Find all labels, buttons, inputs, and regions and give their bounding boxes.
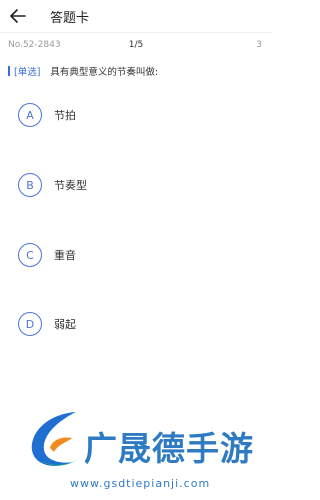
option-letter-c: C [18, 243, 42, 267]
question-type-badge: [单选] [14, 67, 41, 78]
arrow-left-icon [10, 9, 26, 23]
option-c[interactable]: C 重音 [18, 242, 248, 268]
watermark-logo: 广晟德手游 www.gsdtiepianji.com [26, 402, 270, 498]
question-total: 3 [256, 40, 262, 50]
top-bar: 答题卡 [0, 0, 272, 32]
page-title: 答题卡 [50, 10, 90, 26]
option-d[interactable]: D 弱起 [18, 311, 248, 337]
option-b[interactable]: B 节奏型 [18, 172, 248, 198]
option-letter-d: D [18, 312, 42, 336]
question-meta: No.52-2843 1/5 3 [0, 40, 272, 54]
option-a[interactable]: A 节拍 [18, 102, 248, 128]
header-divider [0, 32, 272, 33]
question-stem: [单选] 具有典型意义的节奏叫做: [8, 64, 268, 78]
option-text-d: 弱起 [54, 318, 76, 331]
option-text-b: 节奏型 [54, 179, 87, 192]
back-button[interactable] [4, 2, 32, 30]
brand-logo-icon [31, 412, 82, 466]
option-letter-b: B [18, 173, 42, 197]
watermark-url: www.gsdtiepianji.com [70, 477, 211, 490]
option-letter-a: A [18, 103, 42, 127]
question-accent-bar [8, 66, 10, 76]
question-progress: 1/5 [128, 40, 144, 50]
question-text: 具有典型意义的节奏叫做: [50, 67, 159, 78]
option-text-a: 节拍 [54, 109, 76, 122]
watermark-brand: 广晟德手游 [84, 429, 254, 468]
option-text-c: 重音 [54, 249, 76, 262]
